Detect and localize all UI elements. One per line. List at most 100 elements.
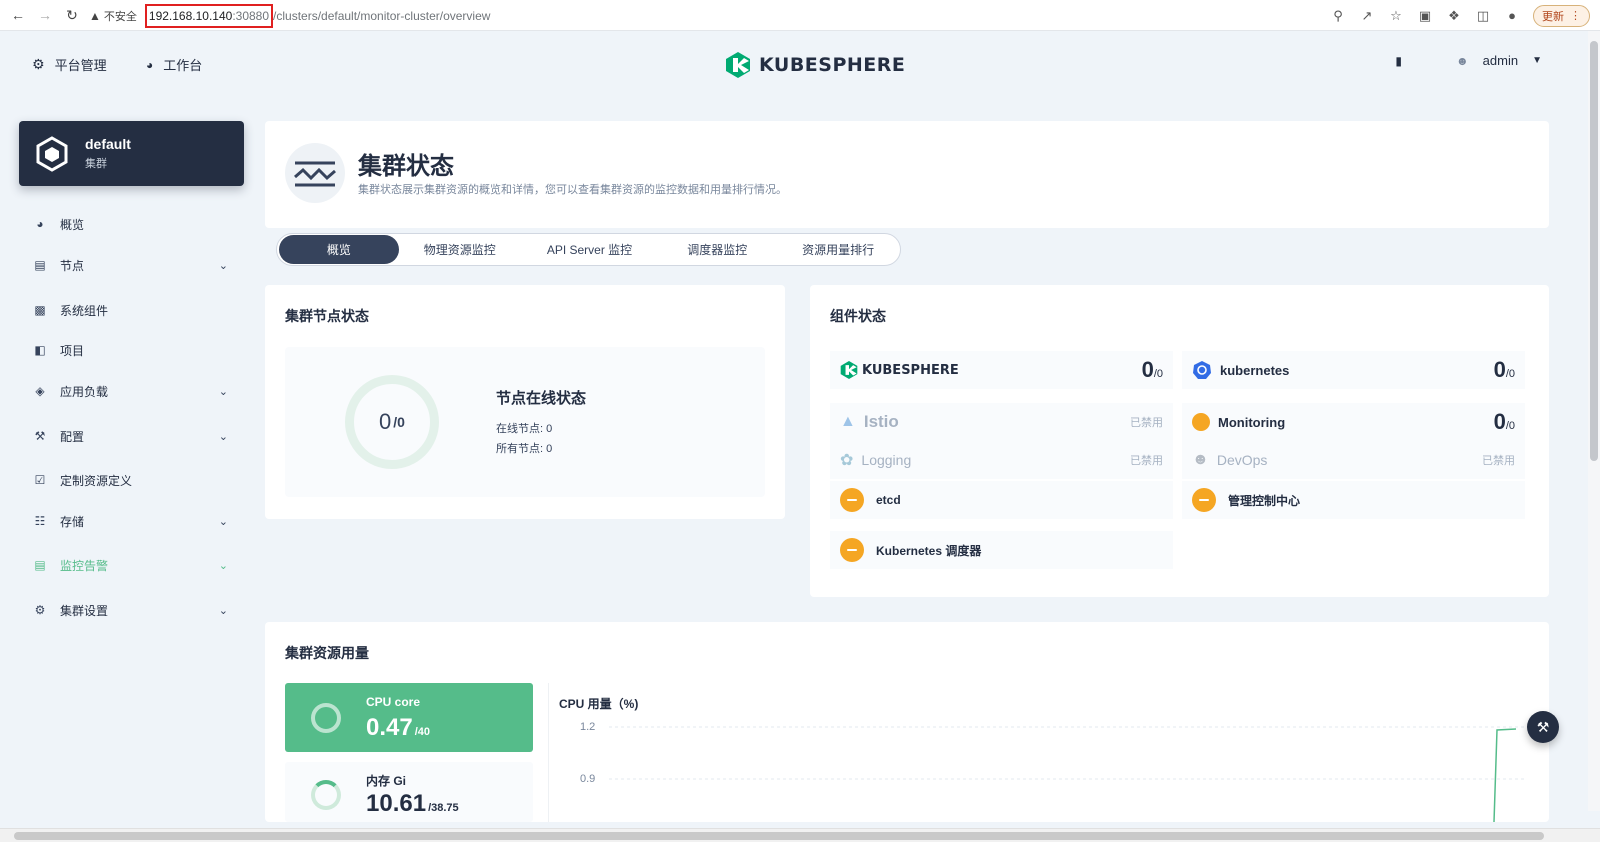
- hammer-icon: ⚒: [34, 429, 46, 443]
- extension-icon[interactable]: ▣: [1417, 8, 1433, 24]
- sidebar-item-components[interactable]: ▩ 系统组件: [32, 298, 232, 322]
- settings-icon: ⚙: [34, 603, 46, 617]
- workbench-link[interactable]: ◕ 工作台: [146, 55, 202, 74]
- all-nodes: 所有节点: 0: [496, 443, 553, 455]
- node-ring: 0/0: [345, 375, 439, 469]
- update-button[interactable]: 更新 ⋮: [1533, 4, 1590, 27]
- sidebar-item-overview[interactable]: ◕ 概览: [32, 212, 232, 236]
- kubesphere-logo-icon: [840, 361, 858, 379]
- component-count: 0/0: [1493, 357, 1515, 382]
- scrollbar-thumb[interactable]: [14, 832, 1544, 840]
- tab-physical-resources[interactable]: 物理资源监控: [399, 235, 521, 264]
- memory-value: 10.61/38.75: [366, 790, 459, 817]
- component-scheduler[interactable]: Kubernetes 调度器: [830, 531, 1173, 569]
- section-title: 集群资源用量: [285, 645, 369, 661]
- cpu-usage-chart: CPU 用量（%) 1.2 0.9: [548, 683, 1532, 822]
- sidebar-item-cluster-settings[interactable]: ⚙ 集群设置 ⌄: [32, 598, 232, 622]
- component-kubesphere[interactable]: KUBESPHERE 0/0: [830, 351, 1173, 389]
- toolbox-hammer-icon[interactable]: ⚒: [1527, 711, 1559, 743]
- section-title: 组件状态: [830, 308, 886, 324]
- nodes-icon: ▤: [34, 258, 46, 272]
- scrollbar-thumb[interactable]: [1590, 41, 1598, 461]
- puzzle-icon[interactable]: ❖: [1446, 8, 1462, 24]
- back-icon[interactable]: ←: [9, 6, 27, 24]
- component-controller-manager[interactable]: 管理控制中心: [1182, 481, 1525, 519]
- sidebar-item-workloads[interactable]: ◈ 应用负载 ⌄: [32, 379, 232, 403]
- address-bar[interactable]: ▲ 不安全 192.168.10.140:30880 /clusters/def…: [89, 3, 1469, 28]
- chevron-down-icon: ⌄: [218, 559, 228, 572]
- kubesphere-logo[interactable]: KUBESPHERE: [725, 51, 905, 79]
- notebook-icon[interactable]: ▮: [1395, 54, 1402, 68]
- sidebar-item-projects[interactable]: ◧ 项目: [32, 338, 232, 362]
- more-icon: ⋮: [1570, 10, 1581, 22]
- memory-usage-card[interactable]: 内存 Gi 10.61/38.75: [285, 762, 533, 822]
- horizontal-scrollbar[interactable]: [0, 828, 1600, 842]
- warning-dot-icon: [840, 488, 864, 512]
- sidebar-item-crd[interactable]: ☑ 定制资源定义: [32, 468, 232, 492]
- sidebar-item-nodes[interactable]: ▤ 节点 ⌄: [32, 253, 232, 277]
- page-header-panel: 集群状态 集群状态展示集群资源的概览和详情，您可以查看集群资源的监控数据和用量排…: [265, 121, 1549, 228]
- user-icon: ☻: [1456, 53, 1469, 68]
- component-count: 0/0: [1141, 357, 1163, 382]
- storage-icon: ☷: [34, 514, 46, 528]
- app-header: ⚙ 平台管理 ◕ 工作台 KUBESPHERE ▮ ☻ admin ▼: [0, 31, 1556, 99]
- url-path: /clusters/default/monitor-cluster/overvi…: [273, 8, 491, 23]
- component-devops[interactable]: ☻ DevOps 已禁用: [1182, 441, 1525, 479]
- component-count: 0/0: [1493, 409, 1515, 434]
- sidebar-item-monitoring[interactable]: ▤ 监控告警 ⌄: [32, 553, 232, 577]
- tab-overview[interactable]: 概览: [279, 235, 399, 264]
- tab-api-server[interactable]: API Server 监控: [521, 235, 659, 264]
- component-monitoring[interactable]: Monitoring 0/0: [1182, 403, 1525, 441]
- sidepanel-icon[interactable]: ◫: [1475, 8, 1491, 24]
- component-status-panel: 组件状态 KUBESPHERE 0/0 kubernetes 0/0 ▲ Ist…: [810, 285, 1549, 597]
- dashboard-icon: ◕: [36, 217, 44, 231]
- components-icon: ▩: [34, 303, 46, 317]
- user-menu[interactable]: ▮ ☻ admin ▼: [1395, 53, 1542, 68]
- cpu-ring-icon: [311, 703, 341, 733]
- tab-scheduler[interactable]: 调度器监控: [658, 235, 776, 264]
- warning-dot-icon: [840, 538, 864, 562]
- page-description: 集群状态展示集群资源的概览和详情，您可以查看集群资源的监控数据和用量排行情况。: [358, 184, 787, 196]
- component-istio[interactable]: ▲ Istio 已禁用: [830, 403, 1173, 441]
- monitoring-flame-icon: [1192, 413, 1210, 431]
- monitor-icon: ▤: [34, 558, 46, 572]
- warning-icon: ▲: [89, 8, 101, 23]
- chevron-down-icon: ⌄: [218, 385, 228, 398]
- vertical-scrollbar[interactable]: [1588, 31, 1600, 811]
- gear-icon: ⚙: [32, 56, 45, 72]
- crd-icon: ☑: [34, 473, 46, 487]
- sidebar-item-config[interactable]: ⚒ 配置 ⌄: [32, 424, 232, 448]
- profile-icon[interactable]: ●: [1504, 8, 1520, 24]
- component-logging[interactable]: ✿ Logging 已禁用: [830, 441, 1173, 479]
- cpu-series-line: [1493, 728, 1517, 822]
- component-etcd[interactable]: etcd: [830, 481, 1173, 519]
- cpu-usage-card[interactable]: CPU core 0.47/40: [285, 683, 533, 752]
- devops-jenkins-icon: ☻: [1192, 451, 1209, 468]
- dashboard-icon: ◕: [146, 57, 154, 72]
- page-title: 集群状态: [358, 153, 454, 180]
- cluster-selector[interactable]: default 集群: [19, 121, 244, 186]
- star-icon[interactable]: ☆: [1388, 8, 1404, 24]
- node-status-title: 节点在线状态: [496, 390, 587, 407]
- istio-sail-icon: ▲: [840, 413, 856, 430]
- tab-resource-ranking[interactable]: 资源用量排行: [776, 235, 900, 264]
- platform-menu[interactable]: ⚙ 平台管理: [32, 55, 107, 74]
- browser-toolbar: ← → ↻ ▲ 不安全 192.168.10.140:30880 /cluste…: [0, 0, 1600, 31]
- section-title: 集群节点状态: [285, 308, 369, 324]
- warning-dot-icon: [1192, 488, 1216, 512]
- forward-icon[interactable]: →: [36, 6, 54, 24]
- resource-usage-panel: 集群资源用量 CPU core 0.47/40 内存 Gi 10.61/38.7…: [265, 622, 1549, 822]
- component-kubernetes[interactable]: kubernetes 0/0: [1182, 351, 1525, 389]
- sidebar-item-storage[interactable]: ☷ 存储 ⌄: [32, 509, 232, 533]
- security-warning[interactable]: ▲ 不安全: [89, 8, 137, 24]
- reload-icon[interactable]: ↻: [63, 6, 81, 24]
- node-status-card: 0/0 节点在线状态 在线节点: 0 所有节点: 0: [285, 347, 765, 497]
- project-icon: ◧: [34, 343, 46, 357]
- chevron-down-icon: ⌄: [218, 604, 228, 617]
- kubernetes-icon: [1193, 361, 1211, 379]
- kubesphere-logo-icon: [726, 52, 750, 78]
- chevron-down-icon: ⌄: [218, 259, 228, 272]
- share-icon[interactable]: ↗: [1359, 8, 1375, 24]
- zoom-icon[interactable]: ⚲: [1330, 8, 1346, 24]
- url-host-highlight: 192.168.10.140:30880: [144, 3, 274, 28]
